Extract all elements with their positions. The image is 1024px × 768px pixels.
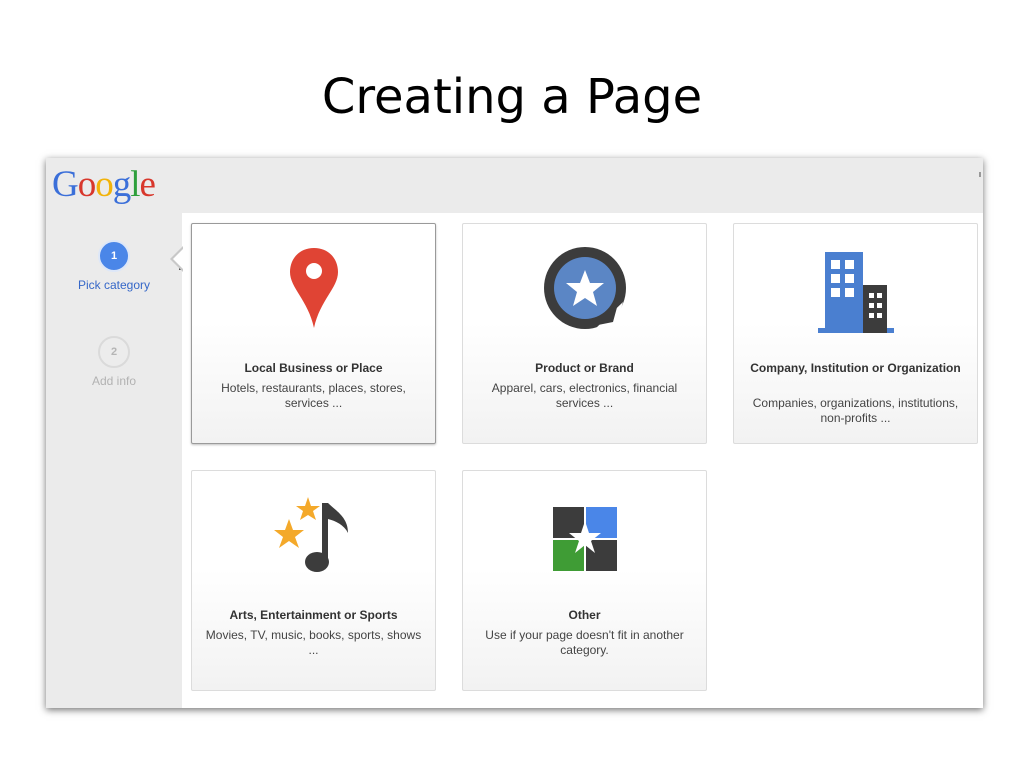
step-number-badge: 1 — [98, 240, 130, 272]
category-card-arts-entertainment[interactable]: Arts, Entertainment or Sports Movies, TV… — [191, 470, 436, 691]
card-title: Arts, Entertainment or Sports — [229, 608, 398, 622]
step-label: Pick category — [77, 278, 151, 292]
category-card-product-brand[interactable]: Product or Brand Apparel, cars, electron… — [462, 223, 707, 444]
card-description: Companies, organizations, institutions, … — [752, 396, 959, 425]
card-title: Product or Brand — [535, 361, 634, 375]
puzzle-icon — [463, 489, 706, 589]
card-description: Apparel, cars, electronics, financial se… — [491, 381, 678, 410]
card-title: Other — [568, 608, 601, 622]
card-description: Use if your page doesn't fit in another … — [485, 628, 684, 657]
category-card-company-organization[interactable]: Company, Institution or Organization Com… — [733, 223, 978, 444]
slide-title: Creating a Page — [321, 69, 703, 125]
step-label: Add info — [91, 374, 137, 388]
step-sidebar: 1 Pick category 2 Add info — [46, 213, 182, 708]
star-sticker-icon — [463, 242, 706, 342]
step-number-badge: 2 — [98, 336, 130, 368]
category-card-other[interactable]: Other Use if your page doesn't fit in an… — [462, 470, 707, 691]
topbar-edge-mark — [979, 172, 981, 177]
active-step-pointer-fill — [173, 248, 184, 270]
buildings-icon — [734, 242, 977, 342]
card-description: Hotels, restaurants, places, stores, ser… — [221, 381, 406, 410]
card-title: Local Business or Place — [244, 361, 383, 375]
step-add-info[interactable]: 2 Add info — [46, 336, 182, 388]
map-pin-icon — [192, 242, 435, 342]
top-bar: Google — [46, 158, 983, 213]
music-stars-icon — [192, 489, 435, 589]
card-description: Movies, TV, music, books, sports, shows … — [205, 628, 422, 657]
google-plus-create-page-screenshot: Google 1 Pick category 2 Add info Local … — [46, 158, 983, 708]
category-card-local-business[interactable]: Local Business or Place Hotels, restaura… — [191, 223, 436, 444]
card-title: Company, Institution or Organization — [750, 361, 961, 375]
step-pick-category[interactable]: 1 Pick category — [46, 240, 182, 292]
google-logo[interactable]: Google — [52, 162, 156, 208]
